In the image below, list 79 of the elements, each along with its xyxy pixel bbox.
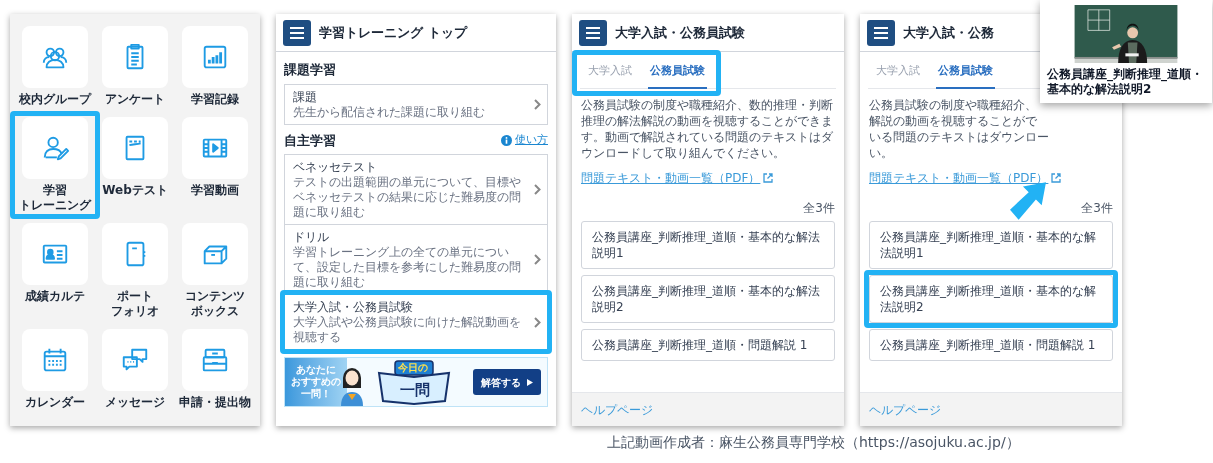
page-title: 大学入試・公務員試験 bbox=[615, 23, 745, 42]
tab[interactable]: 大学入試 bbox=[874, 56, 922, 89]
video-caption: 公務員講座_判断推理_道順・基本的な解法説明2 bbox=[1046, 67, 1204, 98]
menu-button[interactable] bbox=[283, 19, 311, 46]
chevron-right-icon[interactable] bbox=[534, 98, 541, 110]
video-item[interactable]: 公務員講座_判断推理_道順・基本的な解法説明1 bbox=[869, 220, 1113, 269]
video-item[interactable]: 公務員講座_判断推理_道順・問題解説 1 bbox=[581, 328, 835, 361]
help-link[interactable]: 使い方 bbox=[501, 132, 548, 149]
app-tile-button[interactable] bbox=[22, 223, 88, 285]
app-tile-button[interactable] bbox=[22, 26, 88, 88]
chevron-right-icon[interactable] bbox=[534, 254, 541, 265]
credit-text: 上記動画作成者：麻生公務員専門学校（https://asojuku.ac.jp/） bbox=[607, 433, 1020, 452]
app-tile-button[interactable] bbox=[182, 329, 248, 391]
app-tile-button[interactable] bbox=[102, 26, 168, 88]
tile-label: 学習記録 bbox=[191, 92, 239, 107]
result-count: 全3件 bbox=[1081, 199, 1113, 217]
help-page-link[interactable]: ヘルプページ bbox=[581, 400, 653, 419]
menu-button[interactable] bbox=[867, 19, 895, 46]
tile-label: 申請・提出物 bbox=[179, 395, 251, 410]
app-tile-button[interactable] bbox=[22, 329, 88, 391]
item-title: ベネッセテスト bbox=[293, 159, 378, 175]
item-description: 先生から配信された課題に取り組む bbox=[293, 104, 486, 120]
item-title: 課題 bbox=[293, 88, 318, 105]
tile-label: 学習動画 bbox=[191, 183, 239, 198]
tab[interactable]: 公務員試験 bbox=[936, 56, 995, 89]
app-tile-button[interactable] bbox=[102, 117, 168, 179]
tile-label: アンケート bbox=[105, 92, 165, 107]
app-tile-button[interactable] bbox=[182, 26, 248, 88]
tile-label: カレンダー bbox=[25, 395, 85, 410]
page-title: 学習トレーニング トップ bbox=[319, 23, 467, 42]
item-title: ドリル bbox=[293, 229, 330, 245]
app-tile-button[interactable] bbox=[102, 329, 168, 391]
tile-label: ボックス bbox=[191, 304, 239, 319]
video-item[interactable]: 公務員講座_判断推理_道順・問題解説 1 bbox=[869, 328, 1113, 361]
menu-icon bbox=[586, 26, 600, 39]
pdf-link[interactable]: 問題テキスト・動画一覧（PDF） bbox=[869, 168, 1062, 187]
answer-button[interactable]: 解答する bbox=[473, 369, 541, 395]
section-heading: 自主学習 bbox=[284, 131, 336, 150]
item-description: テストの出題範囲の単元について、目標やベネッセテストの結果に応じた難易度の問題に取り組む bbox=[293, 175, 522, 220]
banner-headline: 一問 bbox=[400, 380, 430, 401]
tab[interactable]: 大学入試 bbox=[586, 56, 634, 89]
tile-label: 学習 bbox=[43, 183, 67, 198]
menu-button[interactable] bbox=[579, 19, 607, 46]
pdf-link[interactable]: 問題テキスト・動画一覧（PDF） bbox=[581, 168, 774, 187]
tile-label: メッセージ bbox=[105, 395, 165, 410]
app-tile-button[interactable] bbox=[102, 223, 168, 285]
item-description: 学習トレーニング上の全ての単元について、設定した目標を参考にした難易度の問題に取り組む bbox=[293, 245, 522, 290]
menu-icon bbox=[874, 26, 888, 39]
section-heading: 課題学習 bbox=[284, 61, 336, 79]
description-text: 公務員試験の制度や職種紹介、数的推理・判断推理の解法解説の動画を視聴することができます。動画で解説されている問題のテキストはダウンロードして取り組んでください。 bbox=[581, 96, 834, 161]
tile-label: 校内グループ bbox=[19, 92, 91, 107]
external-link-icon bbox=[763, 172, 774, 183]
app-tile-button[interactable] bbox=[182, 223, 248, 285]
video-item[interactable]: 公務員講座_判断推理_道順・基本的な解法説明2 bbox=[581, 274, 835, 323]
description-text: 公務員試験の制度や職種紹介、 解説の動画を視聴することがで いる問題のテキストはダウンロー い。 bbox=[869, 96, 1049, 161]
video-item[interactable]: 公務員講座_判断推理_道順・基本的な解法説明1 bbox=[581, 220, 835, 269]
chevron-right-icon[interactable] bbox=[534, 184, 541, 195]
app-tile-button[interactable] bbox=[182, 117, 248, 179]
tile-label: フォリオ bbox=[111, 304, 159, 319]
tile-label: Webテスト bbox=[102, 183, 168, 198]
external-link-icon bbox=[1051, 172, 1062, 183]
play-icon bbox=[527, 378, 533, 386]
tile-label: コンテンツ bbox=[185, 289, 245, 304]
help-page-link[interactable]: ヘルプページ bbox=[869, 400, 941, 419]
tile-label: トレーニング bbox=[19, 198, 91, 213]
result-count: 全3件 bbox=[803, 199, 835, 217]
app-tile-button[interactable] bbox=[22, 117, 88, 179]
menu-icon bbox=[290, 26, 304, 39]
tile-label: 成績カルテ bbox=[25, 289, 85, 304]
tile-label: ポート bbox=[117, 289, 153, 304]
item-description: 大学入試や公務員試験に向けた解説動画を視聴する bbox=[293, 315, 522, 345]
tab[interactable]: 公務員試験 bbox=[648, 56, 707, 89]
pointer-arrow bbox=[1010, 182, 1046, 220]
chevron-right-icon[interactable] bbox=[534, 316, 541, 328]
banner-headline: 今日の bbox=[398, 361, 428, 375]
page-title: 大学入試・公務 bbox=[903, 23, 994, 42]
item-title: 大学入試・公務員試験 bbox=[293, 299, 414, 315]
banner-tagline: あなたに おすすめの 一問！ bbox=[291, 364, 341, 400]
info-icon bbox=[501, 134, 512, 146]
